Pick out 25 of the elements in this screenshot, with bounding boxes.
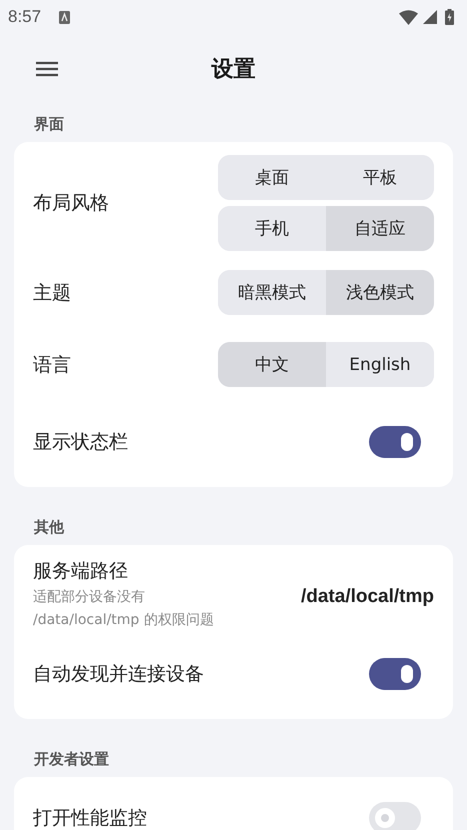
menu-icon[interactable]	[36, 61, 58, 77]
setting-label: 布局风格	[33, 191, 109, 216]
section-heading: 界面	[34, 115, 65, 134]
wifi-icon	[399, 10, 418, 24]
setting-label: 打开性能监控	[33, 806, 147, 830]
section-heading: 其他	[34, 518, 65, 537]
battery-icon	[445, 9, 454, 25]
setting-label: 自动发现并连接设备	[33, 662, 204, 687]
notification-icon	[59, 10, 70, 24]
segment-option[interactable]: 中文	[218, 342, 326, 387]
toggle-switch[interactable]	[369, 658, 421, 690]
segment-option[interactable]: 自适应	[326, 206, 434, 251]
setting-label: 显示状态栏	[33, 430, 128, 455]
signal-icon	[423, 10, 437, 24]
toggle-switch[interactable]	[369, 426, 421, 458]
setting-description: 适配部分设备没有 /data/local/tmp 的权限问题	[33, 588, 214, 630]
toggle-switch[interactable]	[369, 802, 421, 830]
setting-value: /data/local/tmp	[300, 586, 434, 608]
page-title: 设置	[212, 56, 256, 84]
setting-label: 服务端路径	[33, 559, 129, 584]
setting-label: 语言	[33, 352, 71, 378]
setting-label: 主题	[33, 280, 71, 306]
status-time: 8:57	[8, 7, 42, 27]
section-heading: 开发者设置	[34, 750, 110, 769]
segment-option[interactable]: 浅色模式	[326, 270, 434, 315]
